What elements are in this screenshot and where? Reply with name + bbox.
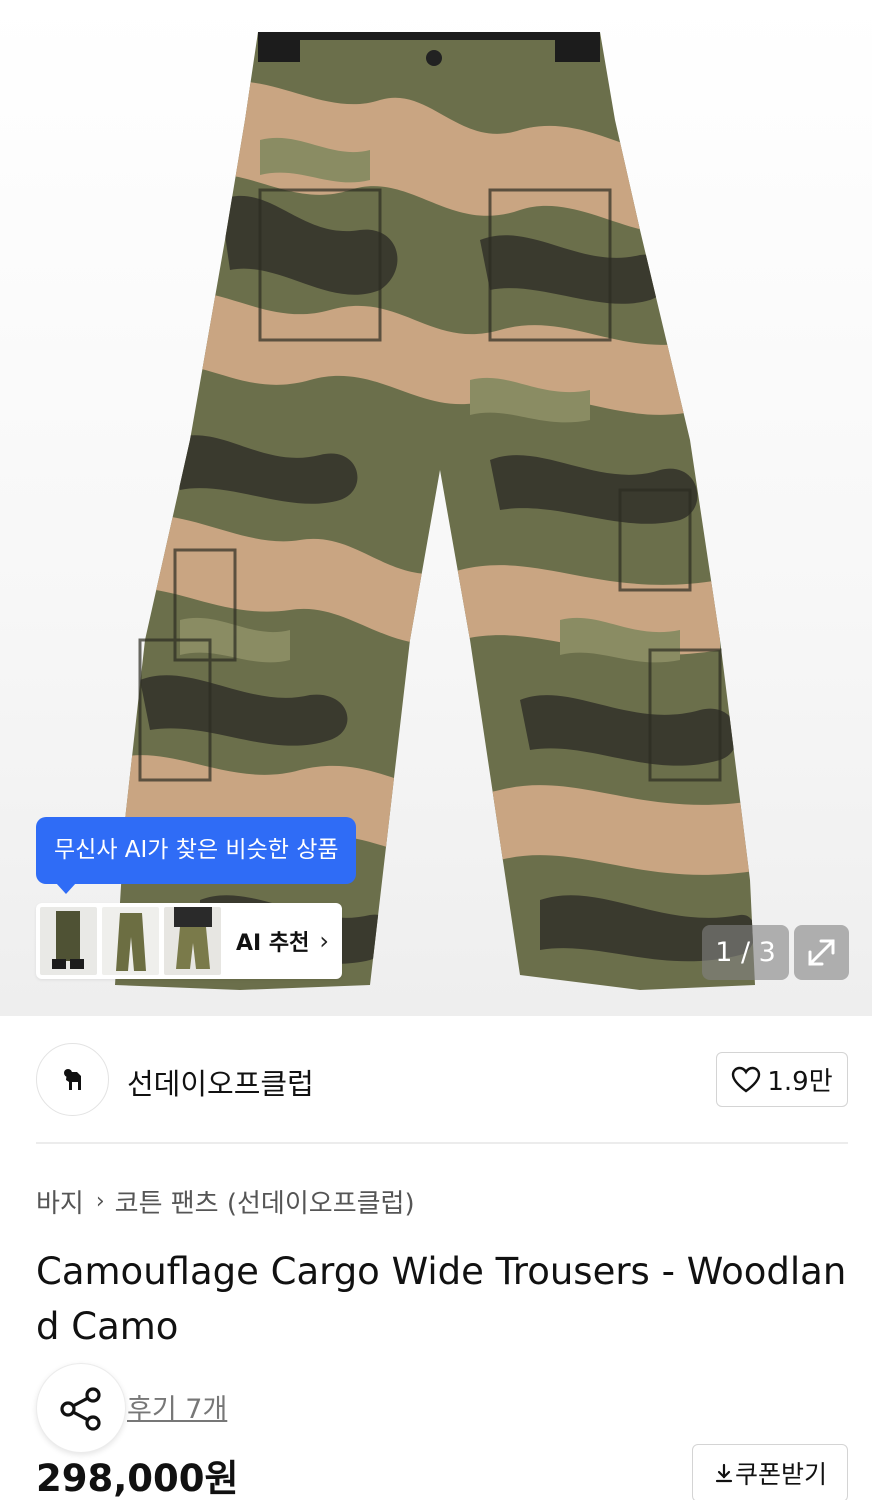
coupon-label: 쿠폰받기 [734,1460,827,1489]
ai-similar-tooltip[interactable]: 무신사 AI가 찾은 비슷한 상품 [36,817,356,894]
chevron-right-icon: › [319,927,329,955]
breadcrumb-category[interactable]: 바지 [36,1183,84,1220]
brand-row: 선데이오프클럽 1.9만 [36,1043,848,1116]
product-image-area[interactable]: 무신사 AI가 찾은 비슷한 상품 AI 추천 › 1 / 3 [0,0,872,1016]
like-count: 1.9만 [767,1067,833,1097]
divider [36,1142,848,1144]
ai-recommend-box[interactable]: AI 추천 › [36,903,342,979]
breadcrumb-subcategory[interactable]: 코튼 팬츠 (선데이오프클럽) [115,1183,415,1220]
product-price: 298,000원 [36,1457,239,1500]
coupon-button[interactable]: 쿠폰받기 [692,1444,848,1500]
expand-icon [808,939,835,966]
share-button[interactable] [36,1363,126,1453]
heart-icon [732,1066,761,1092]
brand-logo[interactable] [36,1043,109,1116]
image-counter: 1 / 3 [702,925,789,980]
product-title: Camouflage Cargo Wide Trousers - Woodlan… [36,1250,847,1348]
breadcrumb: 바지 › 코튼 팬츠 (선데이오프클럽) [36,1183,415,1220]
chevron-right-icon: › [95,1189,105,1214]
ai-recommend-label: AI 추천 [236,931,310,956]
download-icon [715,1463,733,1483]
dog-icon [64,1069,81,1090]
review-link[interactable]: 후기 7개 [127,1387,227,1426]
thumbnail-3[interactable] [164,907,221,975]
like-button[interactable]: 1.9만 [716,1052,848,1107]
expand-image-button[interactable] [794,925,849,980]
thumbnail-1[interactable] [40,907,97,975]
thumbnail-2[interactable] [102,907,159,975]
share-icon [60,1387,101,1431]
brand-name[interactable]: 선데이오프클럽 [127,1061,314,1103]
